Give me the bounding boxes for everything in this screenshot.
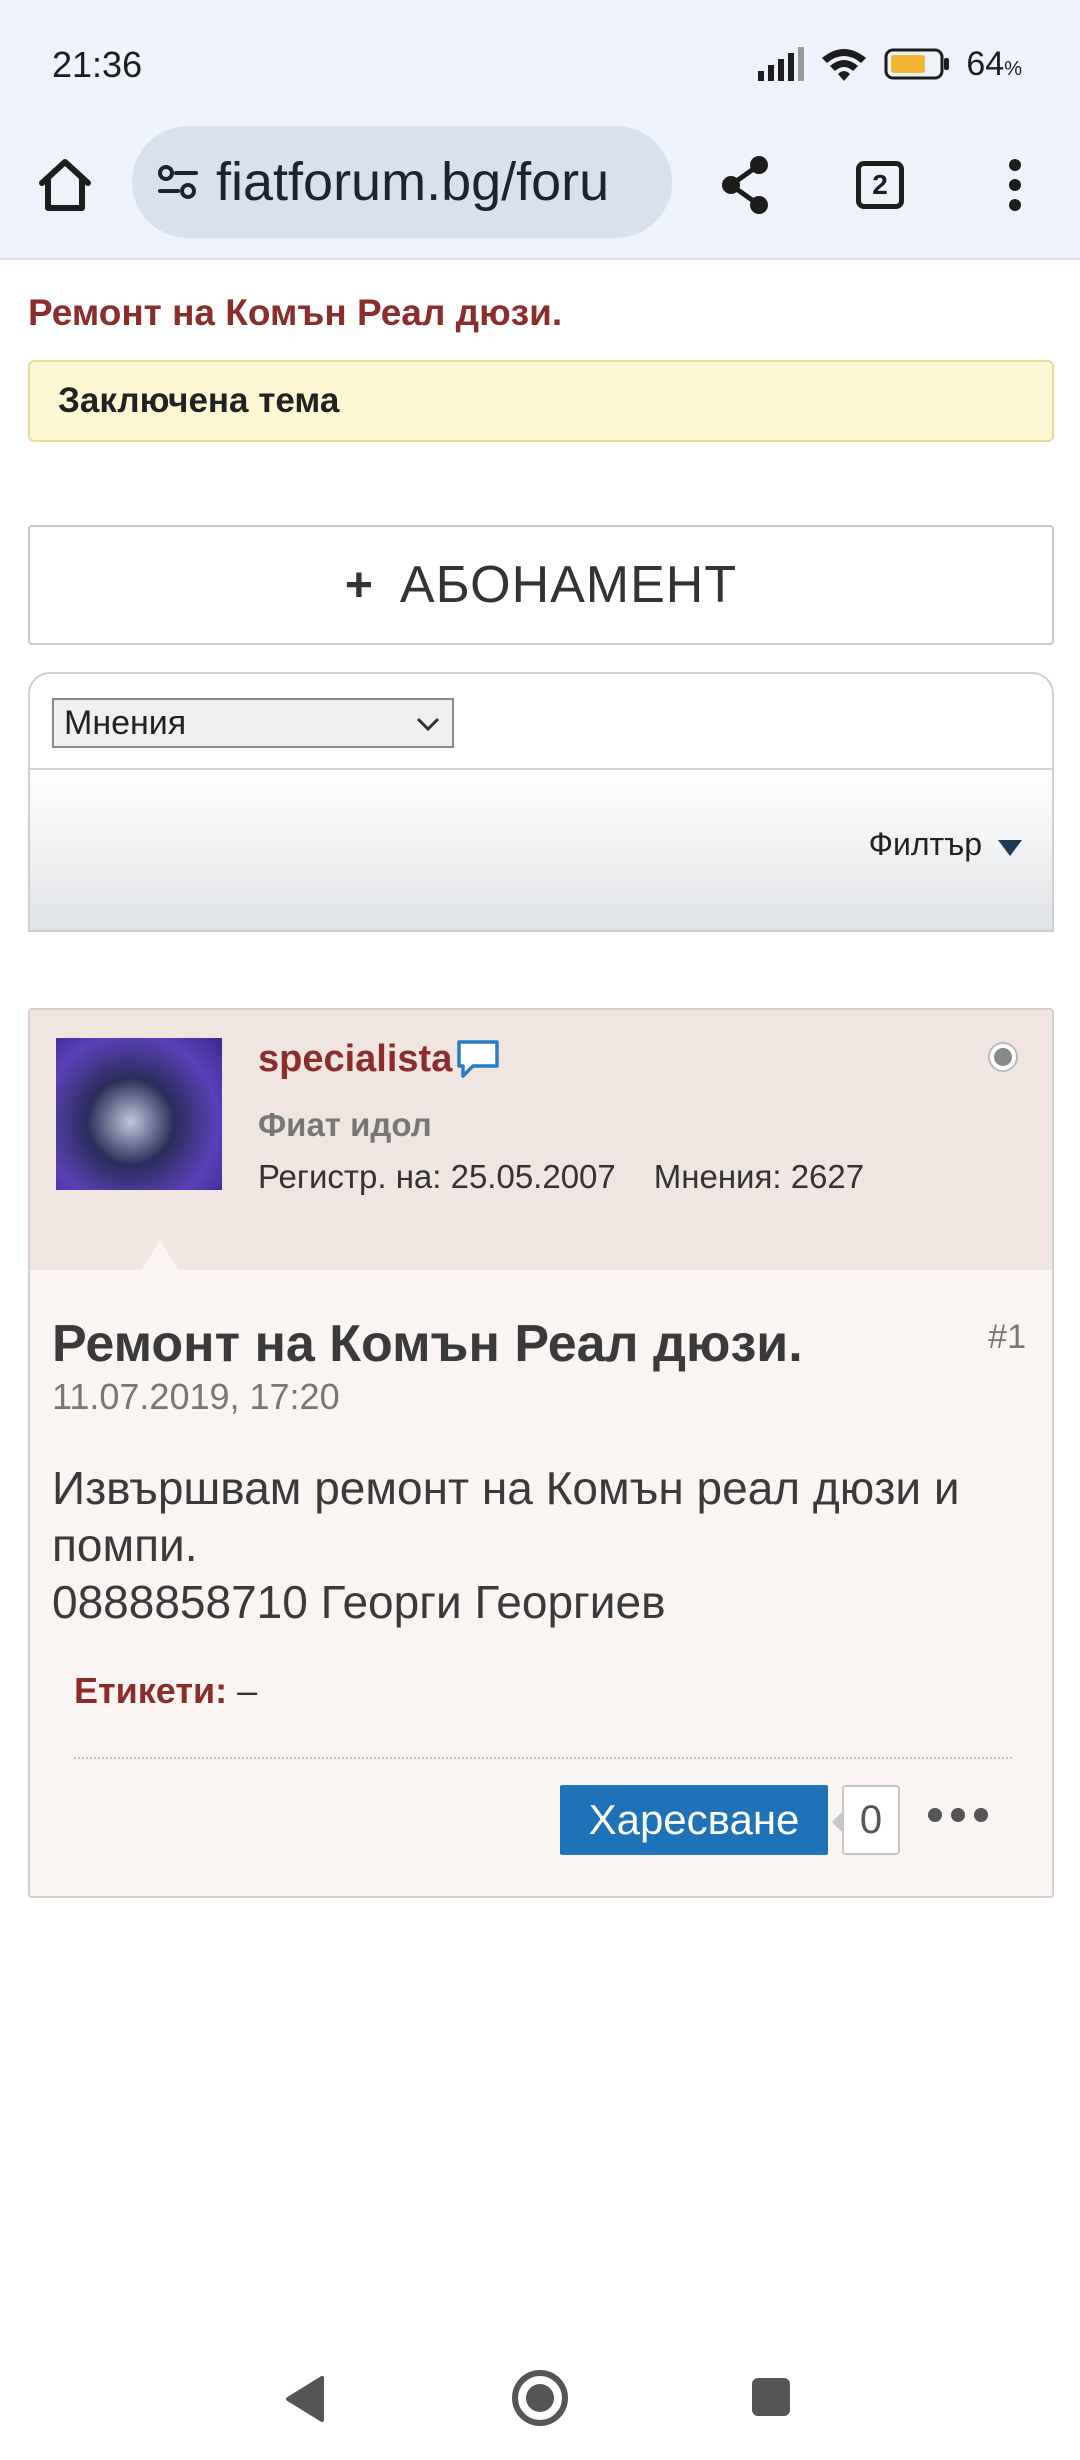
browser-menu-button[interactable] [980,150,1050,220]
user-meta: Регистр. на: 25.05.2007 Мнения: 2627 [258,1158,864,1196]
more-horiz-icon [951,1808,965,1822]
post-tags: Етикети: – [74,1670,257,1712]
back-icon[interactable] [282,2374,326,2424]
username-link[interactable]: specialista [258,1038,452,1081]
browser-chrome: 21:36 64% fiatforum.bg/foru 2 [0,0,1080,260]
like-button[interactable]: Харесване [560,1785,828,1855]
post-number-link[interactable]: #1 [988,1318,1026,1357]
tags-label: Етикети: [74,1670,228,1711]
registration-date: Регистр. на: 25.05.2007 [258,1158,616,1195]
site-settings-icon [158,165,198,199]
browser-toolbar: fiatforum.bg/foru 2 [0,120,1080,250]
plus-icon: + [344,558,374,612]
tabs-icon: 2 [856,161,904,209]
posts-count: Мнения: 2627 [653,1158,865,1195]
tags-value: – [227,1670,258,1711]
recents-icon[interactable] [752,2378,790,2416]
caret-down-icon[interactable] [998,840,1022,856]
chevron-down-icon [416,717,440,732]
signal-icon [758,47,805,81]
post-body: Извършвам ремонт на Комън реал дюзи и по… [52,1460,1042,1631]
status-time: 21:36 [52,44,143,85]
more-horiz-icon [974,1808,988,1822]
more-horiz-icon [928,1808,942,1822]
url-text: fiatforum.bg/foru [216,152,610,212]
share-button[interactable] [710,150,780,220]
like-count: 0 [832,1785,900,1855]
post-author-header: specialista Фиат идол Регистр. на: 25.05… [30,1010,1052,1270]
user-rank: Фиат идол [258,1106,432,1143]
divider [74,1757,1012,1759]
status-icons: 64% [756,44,1022,84]
home-icon [39,159,91,211]
post-date: 11.07.2019, 17:20 [52,1376,340,1417]
post-title: Ремонт на Комън Реал дюзи. [52,1315,803,1373]
locked-notice: Заключена тема [28,360,1054,442]
chat-bubble-icon[interactable] [455,1038,501,1080]
subscribe-label: АБОНАМЕНТ [399,556,738,614]
status-bar: 21:36 64% [0,0,1080,120]
filter-row: Филтър [30,770,1052,930]
more-vert-icon [1009,159,1021,211]
thread-title: Ремонт на Комън Реал дюзи. [28,292,563,333]
home-circle-icon[interactable] [510,2368,570,2428]
post-card: specialista Фиат идол Регистр. на: 25.05… [28,1008,1054,1898]
more-options-button[interactable] [920,1792,996,1838]
battery-percent: 64% [966,44,1022,83]
select-row: Мнения [30,674,1052,770]
share-icon [722,156,768,214]
filter-panel: Мнения Филтър [28,672,1054,932]
posts-select[interactable]: Мнения [52,698,454,748]
post-body-line: Извършвам ремонт на Комън реал дюзи и по… [52,1462,960,1571]
online-status-icon [988,1042,1018,1072]
filter-toggle[interactable]: Филтър [869,826,982,863]
address-bar[interactable]: fiatforum.bg/foru [132,126,672,238]
post-body-line: 0888858710 Георги Георгиев [52,1576,666,1628]
avatar[interactable] [56,1038,222,1190]
tabs-button[interactable]: 2 [845,150,915,220]
home-button[interactable] [30,150,100,220]
battery-icon [884,48,950,80]
header-notch [142,1240,178,1270]
subscribe-button[interactable]: + АБОНАМЕНТ [28,525,1054,645]
select-value: Мнения [64,703,187,742]
wifi-icon [822,49,867,81]
